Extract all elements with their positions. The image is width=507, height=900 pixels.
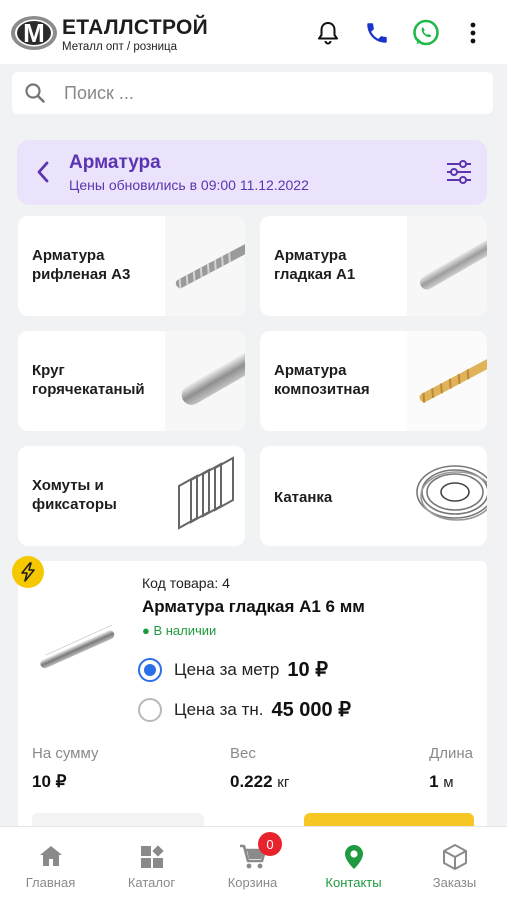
- search-bar[interactable]: [12, 72, 493, 114]
- phone-icon[interactable]: [362, 18, 392, 48]
- tile-wire-rod[interactable]: Катанка: [260, 446, 487, 546]
- price-option-label: Цена за метр: [174, 659, 280, 679]
- tab-label: Каталог: [127, 875, 176, 890]
- round-bar-image: [165, 331, 245, 431]
- logo-emblem: M: [11, 16, 57, 50]
- wire-coil-image: [416, 465, 487, 521]
- product-card: Код товара: 4 Арматура гладкая А1 6 мм ●…: [18, 561, 487, 851]
- logo-subtitle: Металл опт / розница: [62, 41, 178, 53]
- tab-cart[interactable]: Корзина: [202, 827, 303, 900]
- stat-label: Вес: [230, 745, 256, 762]
- composite-rebar-image: [407, 331, 487, 431]
- tile-label: Арматура гладкая А1: [274, 247, 356, 283]
- product-image[interactable]: [32, 601, 122, 691]
- bottom-tab-bar: Главная Каталог Корзина Контакты Заказы: [0, 826, 507, 900]
- tile-rebar-ribbed[interactable]: Арматура рифленая А3: [18, 216, 245, 316]
- stat-value: 10 ₽: [32, 772, 67, 791]
- lightning-icon: [12, 556, 44, 588]
- tab-label: Корзина: [227, 875, 278, 890]
- tab-contacts[interactable]: Контакты: [303, 827, 404, 900]
- logo-title: ЕТАЛЛСТРОЙ: [62, 16, 209, 39]
- tile-label: Круг горячекатаный: [32, 362, 145, 398]
- product-code: Код товара: 4: [142, 575, 230, 591]
- tab-catalog[interactable]: Каталог: [101, 827, 202, 900]
- radio-selected[interactable]: [138, 657, 162, 682]
- tile-clamps-fixators[interactable]: Хомуты и фиксаторы: [18, 446, 245, 546]
- tab-label: Главная: [25, 875, 76, 890]
- tab-orders[interactable]: Заказы: [404, 827, 505, 900]
- stock-status: ● В наличии: [142, 623, 217, 638]
- ribbed-rebar-image: [165, 216, 245, 316]
- stat-value: 0.222 кг: [230, 772, 290, 791]
- radio-unselected[interactable]: [138, 697, 162, 722]
- smooth-rebar-image: [407, 216, 487, 316]
- stat-label: Длина: [429, 745, 473, 762]
- back-arrow-icon[interactable]: [35, 160, 51, 184]
- stat-length: Длина 1 м: [429, 745, 473, 792]
- catalog-icon: [140, 845, 164, 868]
- tile-label: Катанка: [274, 489, 333, 506]
- price-update-text: Цены обновились в 09:00 11.12.2022: [69, 177, 309, 193]
- stat-value: 1 м: [429, 772, 454, 791]
- price-option-label: Цена за тн.: [174, 699, 264, 719]
- price-option-value: 45 000 ₽: [271, 699, 351, 721]
- location-icon: [344, 845, 363, 869]
- box-icon: [442, 844, 467, 870]
- cart-count-badge: 0: [258, 832, 282, 856]
- product-name[interactable]: Арматура гладкая А1 6 мм: [142, 597, 365, 617]
- category-header: Арматура Цены обновились в 09:00 11.12.2…: [17, 140, 487, 205]
- tab-label: Контакты: [325, 875, 382, 890]
- whatsapp-icon[interactable]: [411, 18, 441, 48]
- tab-label: Заказы: [432, 875, 477, 890]
- stat-total: На сумму 10 ₽: [32, 745, 98, 792]
- app-header: M ЕТАЛЛСТРОЙ Металл опт / розница: [0, 0, 507, 64]
- tile-rebar-smooth[interactable]: Арматура гладкая А1: [260, 216, 487, 316]
- logo[interactable]: M ЕТАЛЛСТРОЙ Металл опт / розница: [10, 10, 210, 56]
- tile-rebar-composite[interactable]: Арматура композитная: [260, 331, 487, 431]
- tile-label: Хомуты и фиксаторы: [32, 477, 117, 513]
- tab-home[interactable]: Главная: [0, 827, 101, 900]
- stat-weight: Вес 0.222 кг: [230, 745, 289, 792]
- search-icon: [25, 83, 45, 103]
- svg-text:M: M: [23, 18, 45, 48]
- tile-round-hot-rolled[interactable]: Круг горячекатаный: [18, 331, 245, 431]
- tile-label: Арматура рифленая А3: [32, 247, 131, 283]
- price-option-value: 10 ₽: [287, 659, 328, 681]
- home-icon: [39, 846, 62, 866]
- tile-label: Арматура композитная: [274, 362, 370, 398]
- price-per-ton-option[interactable]: Цена за тн. 45 000 ₽: [138, 697, 351, 722]
- bell-icon[interactable]: [313, 18, 343, 48]
- more-vert-icon[interactable]: [458, 18, 488, 48]
- filter-icon[interactable]: [445, 158, 473, 186]
- search-input[interactable]: [64, 82, 464, 104]
- clamps-image: [178, 456, 234, 530]
- category-title: Арматура: [69, 152, 161, 173]
- stat-label: На сумму: [32, 745, 99, 762]
- price-per-meter-option[interactable]: Цена за метр 10 ₽: [138, 657, 328, 682]
